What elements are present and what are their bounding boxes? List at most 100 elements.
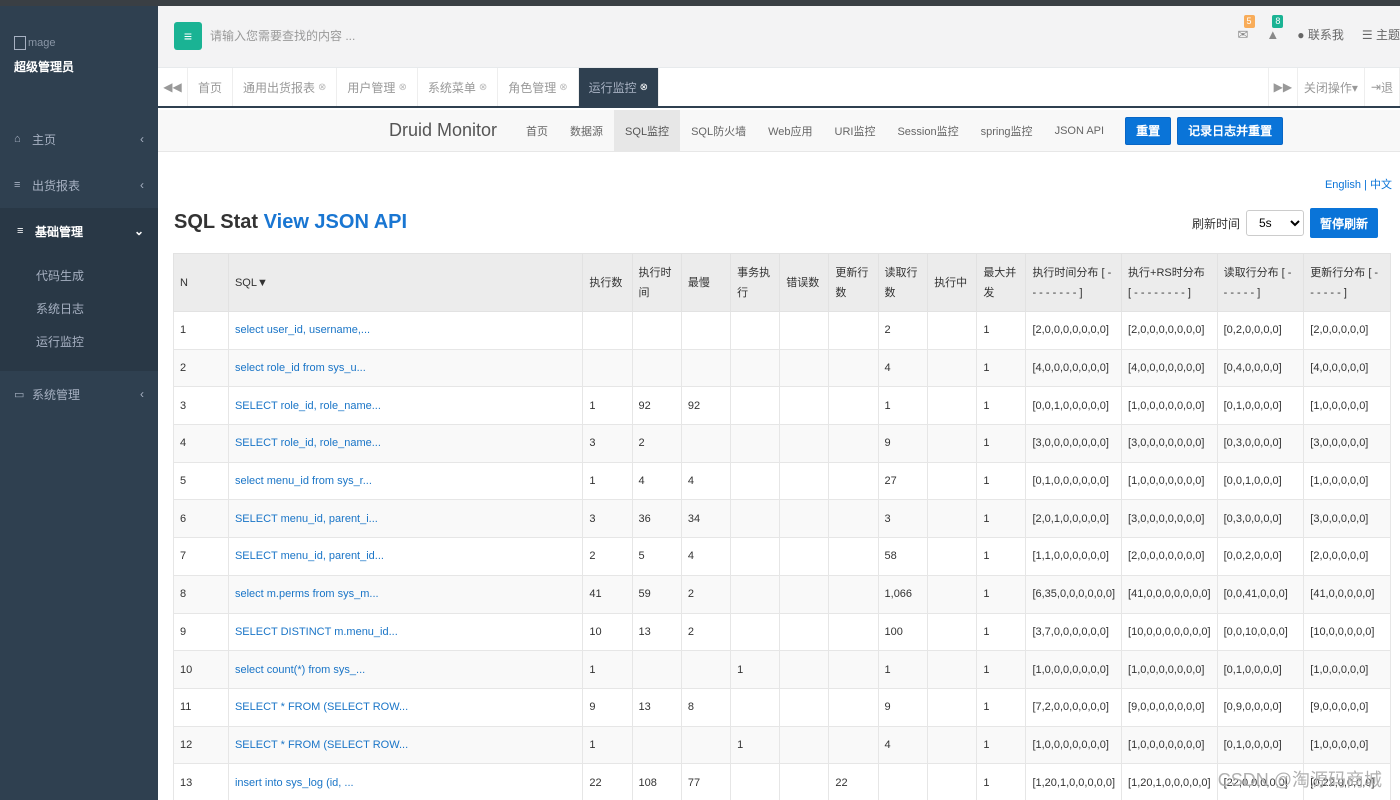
sql-link[interactable]: SELECT menu_id, parent_id... xyxy=(227,537,584,576)
table-cell: [0,2,0,0,0,0] xyxy=(1216,311,1305,350)
tab-label: 运行监控 xyxy=(588,80,637,95)
sql-link[interactable]: SELECT menu_id, parent_i... xyxy=(227,499,584,539)
theme-link[interactable]: ☰ 主题 xyxy=(1362,26,1400,43)
table-cell: 1 xyxy=(976,461,1027,501)
table-cell: 7 xyxy=(173,537,229,576)
sql-link[interactable]: select count(*) from sys_... xyxy=(227,650,584,689)
sql-link[interactable]: select m.perms from sys_m... xyxy=(227,574,584,614)
table-cell xyxy=(927,461,978,501)
mail-icon[interactable]: ✉ 5 xyxy=(1238,14,1255,43)
close-icon[interactable]: ⊗ xyxy=(318,82,326,93)
sql-link[interactable]: SELECT * FROM (SELECT ROW... xyxy=(227,687,584,727)
tab-run-monitor[interactable]: 运行监控 ⊗ xyxy=(578,68,660,106)
sidebar-subitem-syslog[interactable]: 系统日志 xyxy=(0,293,158,326)
table-cell: 1 xyxy=(976,763,1027,800)
table-cell: 2 xyxy=(680,612,732,652)
sql-link[interactable]: SELECT DISTINCT m.menu_id... xyxy=(227,612,584,652)
table-cell: [2,0,0,0,0,0] xyxy=(1303,311,1391,350)
user-role[interactable]: 超级管理员 xyxy=(14,58,158,75)
table-cell xyxy=(730,537,781,576)
druid-nav-uri[interactable]: URI监控 xyxy=(824,110,887,152)
table-cell xyxy=(730,348,781,388)
table-cell: [6,35,0,0,0,0,0,0] xyxy=(1025,574,1123,614)
table-cell: 4 xyxy=(680,461,732,501)
sql-link[interactable]: select menu_id from sys_r... xyxy=(227,461,584,501)
search-input[interactable] xyxy=(210,24,510,48)
druid-nav-json-api[interactable]: JSON API xyxy=(1044,110,1116,152)
table-row: 5 select menu_id from sys_r... 1 4 4 27 1 [0,1,… xyxy=(173,461,1391,501)
sidebar-item-system-management[interactable]: ▭ 系统管理 ‹ xyxy=(0,371,158,417)
pause-refresh-button[interactable]: 暂停刷新 xyxy=(1309,208,1378,238)
sql-link[interactable]: select role_id from sys_u... xyxy=(227,348,584,388)
language-switch[interactable]: English | 中文 xyxy=(1325,176,1392,192)
druid-nav-webapp[interactable]: Web应用 xyxy=(757,110,823,152)
column-header: 最慢 xyxy=(680,253,732,312)
druid-nav-datasource[interactable]: 数据源 xyxy=(559,110,614,152)
reset-button[interactable]: 重置 xyxy=(1125,116,1172,145)
tabs-next-button[interactable]: ▶▶ xyxy=(1267,68,1298,106)
table-cell xyxy=(730,386,781,426)
tab-shipping-report[interactable]: 通用出货报表 ⊗ xyxy=(233,68,338,106)
column-header[interactable]: SQL▼ xyxy=(227,253,584,312)
contact-link[interactable]: ● 联系我 xyxy=(1297,26,1344,43)
tab-system-menu[interactable]: 系统菜单 ⊗ xyxy=(418,68,499,106)
table-cell xyxy=(779,574,830,614)
table-body: 1 select user_id, username,... 2 1 [2,0,0,0,… xyxy=(173,311,1391,800)
close-icon[interactable]: ⊗ xyxy=(398,82,406,93)
exit-label: 退 xyxy=(1380,80,1393,95)
close-icon[interactable]: ⊗ xyxy=(640,82,648,93)
table-cell: 22 xyxy=(828,763,879,800)
tab-role-management[interactable]: 角色管理 ⊗ xyxy=(498,68,579,106)
table-cell: [3,0,0,0,0,0,0,0] xyxy=(1121,499,1218,539)
sql-link[interactable]: SELECT role_id, role_name... xyxy=(227,386,584,426)
exit-button[interactable]: ⇥ 退 xyxy=(1365,68,1400,106)
menu-toggle-button[interactable]: ≡ xyxy=(174,22,202,50)
table-cell: 27 xyxy=(877,461,929,501)
sql-link[interactable]: select user_id, username,... xyxy=(227,311,584,350)
view-json-api-link[interactable]: View JSON API xyxy=(264,211,407,233)
close-icon[interactable]: ⊗ xyxy=(559,82,567,93)
table-cell: 59 xyxy=(631,574,682,614)
log-and-reset-button[interactable]: 记录日志并重置 xyxy=(1177,116,1284,145)
druid-nav-spring[interactable]: spring监控 xyxy=(970,110,1044,152)
druid-nav-sql[interactable]: SQL监控 xyxy=(614,109,681,152)
sql-link[interactable]: SELECT role_id, role_name... xyxy=(227,424,584,463)
table-cell: 100 xyxy=(877,612,929,652)
table-cell xyxy=(828,537,879,576)
table-cell: [1,0,0,0,0,0] xyxy=(1303,461,1391,501)
sidebar-item-shipping-report[interactable]: ≡ 出货报表 ‹ xyxy=(0,162,158,208)
tabs-prev-button[interactable]: ◀◀ xyxy=(158,68,188,106)
top-header: ≡ ✉5 ▲8 ● 联系我 ☰ 主题 xyxy=(158,6,1400,68)
table-cell: 1 xyxy=(976,311,1027,350)
table-cell xyxy=(828,612,879,652)
table-cell xyxy=(828,348,879,388)
table-cell xyxy=(779,348,830,388)
sidebar-item-home[interactable]: ⌂ 主页 ‹ xyxy=(0,116,158,162)
table-cell xyxy=(828,725,879,765)
table-cell: 9 xyxy=(877,424,929,463)
sidebar-item-basic-management[interactable]: ≡ 基础管理 ⌄ xyxy=(0,208,158,254)
tab-user-management[interactable]: 用户管理 ⊗ xyxy=(337,68,418,106)
sql-link[interactable]: insert into sys_log (id, ... xyxy=(227,763,584,800)
bell-icon[interactable]: ▲ 8 xyxy=(1266,15,1284,42)
avatar[interactable]: mage xyxy=(14,36,158,50)
table-cell: 77 xyxy=(680,763,732,800)
table-cell xyxy=(779,499,830,539)
druid-nav-home[interactable]: 首页 xyxy=(515,110,559,152)
table-cell: [4,0,0,0,0,0,0,0] xyxy=(1121,348,1218,388)
tab-home[interactable]: 首页 xyxy=(188,68,234,106)
druid-nav-wall[interactable]: SQL防火墙 xyxy=(680,110,757,152)
table-cell xyxy=(730,763,781,800)
druid-brand[interactable]: Druid Monitor xyxy=(389,120,497,141)
column-header: 事务执行 xyxy=(730,253,781,312)
sidebar-subitem-codegen[interactable]: 代码生成 xyxy=(0,260,158,293)
sql-link[interactable]: SELECT * FROM (SELECT ROW... xyxy=(227,725,584,765)
close-operations-dropdown[interactable]: 关闭操作▾ xyxy=(1298,68,1365,106)
sidebar-subitem-monitor[interactable]: 运行监控 xyxy=(0,326,158,359)
close-icon[interactable]: ⊗ xyxy=(479,82,487,93)
table-cell: 41 xyxy=(582,574,633,614)
refresh-interval-select[interactable]: 5s xyxy=(1245,210,1304,236)
table-cell: [9,0,0,0,0,0] xyxy=(1303,687,1391,727)
table-cell xyxy=(779,650,830,689)
druid-nav-session[interactable]: Session监控 xyxy=(886,110,969,152)
